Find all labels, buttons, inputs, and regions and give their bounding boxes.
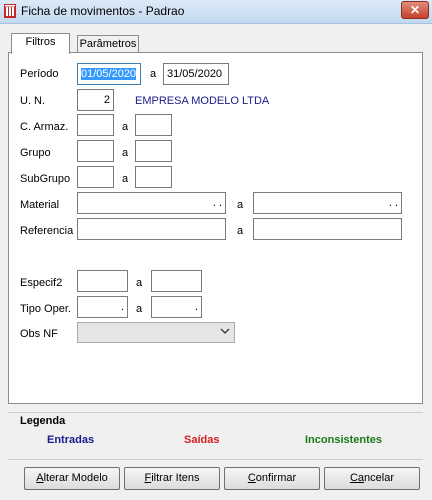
referencia-sep: a xyxy=(237,225,244,237)
c-armaz-to-field[interactable] xyxy=(135,114,172,136)
un-field[interactable]: 2 xyxy=(77,89,114,111)
tab-label: Filtros xyxy=(25,36,56,48)
tipo-oper-sep: a xyxy=(136,303,143,315)
confirmar-button[interactable]: Confirmar xyxy=(224,467,320,490)
tab-parametros[interactable]: Parâmetros xyxy=(77,35,139,53)
tipo-oper-from-field[interactable]: . xyxy=(77,296,128,318)
subgrupo-label: SubGrupo xyxy=(20,173,71,185)
referencia-from-field[interactable] xyxy=(77,218,226,240)
material-sep: a xyxy=(237,199,244,211)
legend-saidas: Saídas xyxy=(184,434,220,446)
tipo-oper-to-field[interactable]: . xyxy=(151,296,202,318)
app-icon xyxy=(4,4,16,18)
button-label: lterar Modelo xyxy=(43,472,108,484)
filtrar-itens-button[interactable]: Filtrar Itens xyxy=(124,467,220,490)
tipo-oper-label: Tipo Oper. xyxy=(20,303,71,315)
especif2-sep: a xyxy=(136,277,143,289)
button-mnemonic: C xyxy=(247,472,256,484)
especif2-from-field[interactable] xyxy=(77,270,128,292)
un-value: 2 xyxy=(103,94,110,106)
subgrupo-to-field[interactable] xyxy=(135,166,172,188)
button-label: iltrar Itens xyxy=(151,472,200,484)
obs-nf-label: Obs NF xyxy=(20,328,58,340)
periodo-to-field[interactable]: 31/05/2020 xyxy=(163,63,229,85)
legend-title: Legenda xyxy=(20,415,66,427)
button-mnemonic: Ca xyxy=(349,472,365,484)
tab-filtros[interactable]: Filtros xyxy=(11,33,70,54)
un-label: U. N. xyxy=(20,95,46,107)
title-bar: Ficha de movimentos - Padrao ✕ xyxy=(0,0,432,24)
grupo-sep: a xyxy=(122,147,129,159)
legend-entradas: Entradas xyxy=(47,434,95,446)
material-to-field[interactable]: . . xyxy=(253,192,402,214)
especif2-to-field[interactable] xyxy=(151,270,202,292)
c-armaz-sep: a xyxy=(122,121,129,133)
grupo-to-field[interactable] xyxy=(135,140,172,162)
material-to-mask: . . xyxy=(388,197,398,209)
material-from-mask: . . xyxy=(212,197,222,209)
company-name: EMPRESA MODELO LTDA xyxy=(135,95,270,107)
button-label: ncelar xyxy=(364,472,395,484)
subgrupo-from-field[interactable] xyxy=(77,166,114,188)
grupo-from-field[interactable] xyxy=(77,140,114,162)
subgrupo-sep: a xyxy=(122,173,129,185)
window-title: Ficha de movimentos - Padrao xyxy=(21,4,185,18)
grupo-label: Grupo xyxy=(20,147,51,159)
c-armaz-label: C. Armaz. xyxy=(20,121,69,133)
obs-nf-select[interactable] xyxy=(77,322,235,343)
tipo-oper-to-mask: . xyxy=(194,301,198,313)
alterar-modelo-button[interactable]: Alterar Modelo xyxy=(24,467,120,490)
button-mnemonic: A xyxy=(36,472,44,484)
button-label: onfirmar xyxy=(255,472,297,484)
chevron-down-icon xyxy=(220,328,230,334)
c-armaz-from-field[interactable] xyxy=(77,114,114,136)
tab-label: Parâmetros xyxy=(79,38,137,50)
periodo-sep: a xyxy=(150,68,157,80)
periodo-from-field[interactable]: 01/05/2020 xyxy=(77,63,141,85)
referencia-label: Referencia xyxy=(20,225,74,237)
cancelar-button[interactable]: Cancelar xyxy=(324,467,420,490)
material-from-field[interactable]: . . xyxy=(77,192,226,214)
especif2-label: Especif2 xyxy=(20,277,63,289)
tipo-oper-from-mask: . xyxy=(120,301,124,313)
periodo-to-value: 31/05/2020 xyxy=(167,68,223,80)
material-label: Material xyxy=(20,199,60,211)
legend-inconsistentes: Inconsistentes xyxy=(305,434,383,446)
periodo-from-value: 01/05/2020 xyxy=(81,68,137,80)
periodo-label: Período xyxy=(20,68,59,80)
referencia-to-field[interactable] xyxy=(253,218,402,240)
close-icon: ✕ xyxy=(409,3,421,17)
close-button[interactable]: ✕ xyxy=(401,1,429,19)
